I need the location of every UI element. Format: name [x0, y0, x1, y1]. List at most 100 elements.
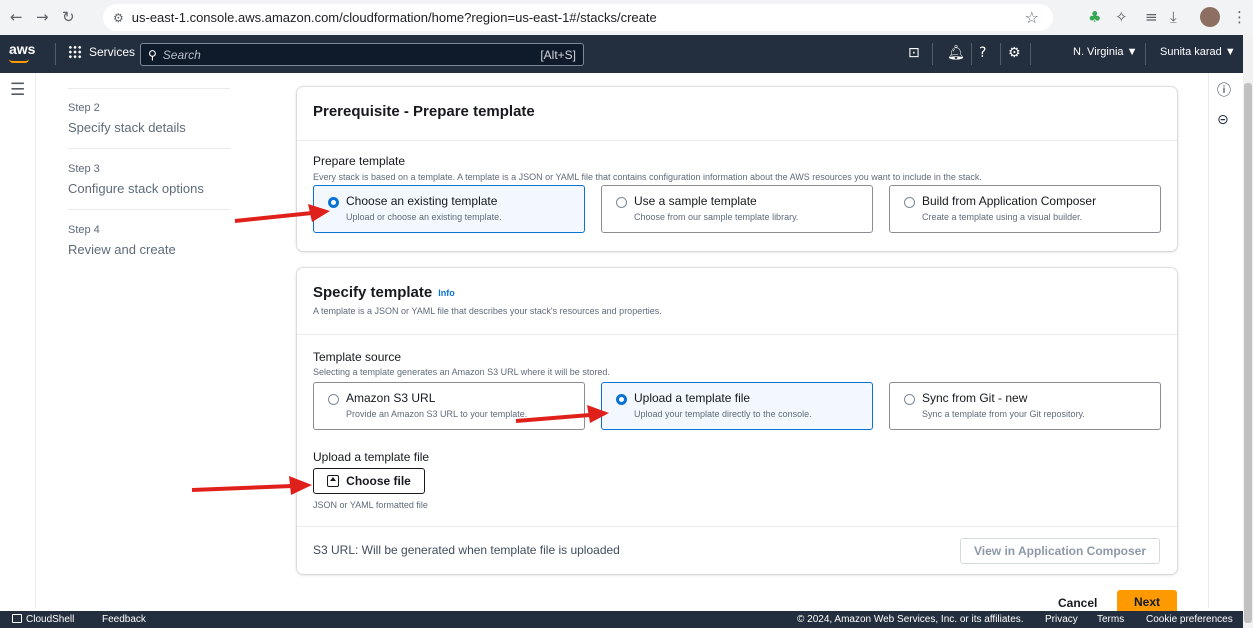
annotation-arrow	[191, 476, 312, 495]
option-description: Upload or choose an existing template.	[346, 212, 502, 222]
option-title: Upload a template file	[634, 391, 751, 405]
step-number: Step 3	[68, 163, 100, 175]
download-icon[interactable]: ⤓	[1170, 8, 1177, 26]
settings-gear-icon[interactable]: ⚙	[1008, 45, 1021, 61]
wizard-step-2[interactable]: Step 2 Specify stack details	[68, 102, 186, 135]
wizard-step-4[interactable]: Step 4 Review and create	[68, 224, 176, 257]
extension-icon[interactable]: ♣	[1088, 8, 1101, 26]
upload-icon	[327, 475, 340, 487]
annotation-arrow	[234, 204, 330, 223]
choose-file-label: Choose file	[346, 474, 411, 488]
choose-file-button[interactable]: Choose file	[313, 468, 425, 494]
forward-icon[interactable]: →	[36, 8, 49, 26]
reading-list-icon[interactable]: ≡	[1145, 8, 1158, 26]
option-title: Sync from Git - new	[922, 391, 1028, 405]
s3-url-text: S3 URL: Will be generated when template …	[313, 543, 620, 557]
step-divider	[68, 88, 230, 89]
option-description: Provide an Amazon S3 URL to your templat…	[346, 409, 528, 419]
cloudshell-button[interactable]: CloudShell	[12, 614, 74, 625]
option-title: Build from Application Composer	[922, 194, 1097, 208]
field-description: Every stack is based on a template. A te…	[313, 172, 982, 182]
help-icon[interactable]: ?	[979, 45, 986, 61]
search-shortcut: [Alt+S]	[540, 47, 576, 62]
option-build-from-composer[interactable]: Build from Application Composer Create a…	[889, 185, 1161, 233]
radio-selected[interactable]	[616, 394, 627, 405]
cloudshell-icon[interactable]: ⊡	[908, 45, 920, 61]
cloudshell-icon	[12, 614, 22, 623]
region-selector[interactable]: N. Virginia ▼	[1073, 46, 1138, 58]
site-settings-icon[interactable]: ⚙	[113, 11, 124, 25]
terms-link[interactable]: Terms	[1097, 614, 1124, 625]
radio-unselected[interactable]	[904, 394, 915, 405]
search-input[interactable]: ⚲ Search [Alt+S]	[140, 43, 584, 66]
profile-avatar[interactable]	[1200, 7, 1220, 27]
radio-unselected[interactable]	[616, 197, 627, 208]
prerequisite-card: Prerequisite - Prepare template Prepare …	[297, 87, 1177, 251]
option-choose-existing-template[interactable]: Choose an existing template Upload or ch…	[313, 185, 585, 233]
option-title: Use a sample template	[634, 194, 757, 208]
option-description: Create a template using a visual builder…	[922, 212, 1083, 222]
option-sync-from-git[interactable]: Sync from Git - new Sync a template from…	[889, 382, 1161, 430]
option-description: Upload your template directly to the con…	[634, 409, 812, 419]
wizard-step-3[interactable]: Step 3 Configure stack options	[68, 163, 204, 196]
step-label: Configure stack options	[68, 181, 204, 196]
card-title: Prerequisite - Prepare template	[313, 103, 535, 120]
nav-divider	[55, 43, 56, 65]
account-menu[interactable]: Sunita karad ▼	[1160, 46, 1236, 58]
option-upload-template-file[interactable]: Upload a template file Upload your templ…	[601, 382, 873, 430]
hamburger-menu-icon[interactable]: ☰	[10, 80, 25, 100]
info-panel-icon[interactable]: ⓘ	[1217, 80, 1231, 100]
option-title: Amazon S3 URL	[346, 391, 436, 405]
card-subtitle: A template is a JSON or YAML file that d…	[313, 306, 662, 316]
feedback-link[interactable]: Feedback	[102, 614, 146, 625]
step-label: Specify stack details	[68, 120, 186, 135]
option-use-sample-template[interactable]: Use a sample template Choose from our sa…	[601, 185, 873, 233]
cookie-preferences-link[interactable]: Cookie preferences	[1146, 614, 1233, 625]
field-label: Prepare template	[313, 154, 406, 168]
more-menu-icon[interactable]: ⋮	[1232, 8, 1247, 26]
reload-icon[interactable]: ↻	[62, 8, 75, 26]
option-title: Choose an existing template	[346, 194, 498, 208]
cancel-button[interactable]: Cancel	[1058, 596, 1097, 610]
bookmark-star-icon[interactable]: ☆	[1025, 8, 1039, 27]
left-rail-divider	[35, 73, 36, 608]
back-icon[interactable]: ←	[10, 8, 23, 26]
step-label: Review and create	[68, 242, 176, 257]
cloudshell-label: CloudShell	[26, 614, 75, 625]
address-bar[interactable]: ⚙ us-east-1.console.aws.amazon.com/cloud…	[103, 4, 1053, 31]
grid-icon	[68, 45, 82, 59]
console-footer: CloudShell Feedback © 2024, Amazon Web S…	[0, 611, 1243, 628]
page-scrollbar[interactable]	[1243, 35, 1253, 628]
radio-unselected[interactable]	[904, 197, 915, 208]
view-in-composer-button[interactable]: View in Application Composer	[960, 538, 1160, 564]
card-divider	[297, 526, 1177, 527]
option-description: Sync a template from your Git repository…	[922, 409, 1085, 419]
search-icon: ⚲	[148, 47, 157, 62]
aws-top-nav: aws Services ⚲ Search [Alt+S] ⊡ 🔔︎ ? ⚙ N…	[0, 35, 1243, 73]
url-text: us-east-1.console.aws.amazon.com/cloudfo…	[131, 10, 657, 25]
card-divider	[297, 334, 1177, 335]
nav-divider	[1000, 43, 1001, 65]
puzzle-icon[interactable]: ✧	[1115, 8, 1128, 26]
scrollbar-thumb[interactable]	[1244, 83, 1252, 623]
nav-divider	[932, 43, 933, 65]
annotation-arrow	[515, 405, 609, 423]
copyright-text: © 2024, Amazon Web Services, Inc. or its…	[797, 614, 1024, 625]
tutorial-icon[interactable]: ⊝	[1217, 112, 1229, 128]
services-menu-button[interactable]: Services	[68, 45, 135, 59]
nav-divider	[1145, 43, 1146, 65]
nav-divider	[971, 43, 972, 65]
search-placeholder: Search	[162, 47, 201, 62]
step-divider	[68, 148, 230, 149]
radio-unselected[interactable]	[328, 394, 339, 405]
services-label: Services	[89, 45, 136, 59]
specify-template-card: Specify template Info A template is a JSO…	[297, 268, 1177, 574]
nav-divider	[1030, 43, 1031, 65]
privacy-link[interactable]: Privacy	[1045, 614, 1078, 625]
upload-hint: JSON or YAML formatted file	[313, 500, 428, 510]
aws-logo[interactable]: aws	[9, 41, 35, 57]
field-label: Upload a template file	[313, 450, 430, 464]
notifications-bell-icon[interactable]: 🔔︎	[947, 45, 965, 61]
info-link[interactable]: Info	[438, 288, 455, 298]
next-button[interactable]: Next	[1117, 590, 1177, 612]
